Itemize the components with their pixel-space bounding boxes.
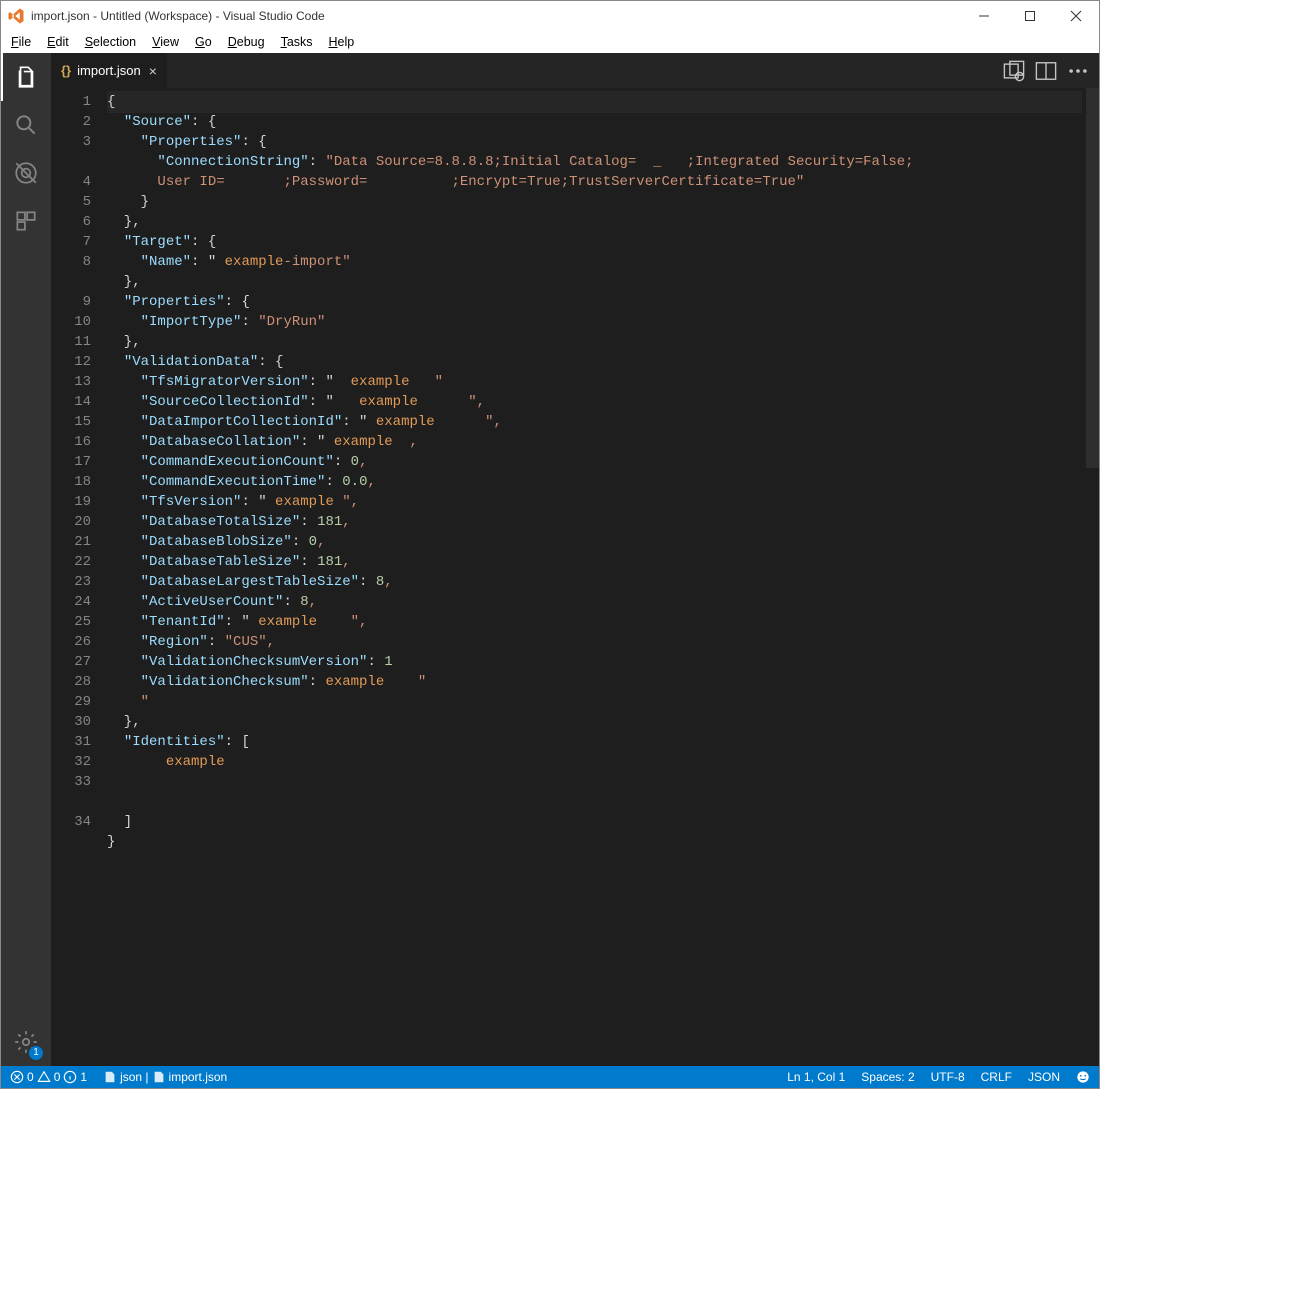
- window-title: import.json - Untitled (Workspace) - Vis…: [31, 9, 961, 23]
- minimap[interactable]: [1082, 88, 1099, 1066]
- menu-debug[interactable]: Debug: [220, 33, 273, 51]
- menu-go[interactable]: Go: [187, 33, 220, 51]
- menu-bar: File Edit Selection View Go Debug Tasks …: [1, 31, 1099, 53]
- file-icon: [152, 1070, 166, 1084]
- settings-badge: 1: [29, 1046, 43, 1060]
- compare-changes-icon[interactable]: [1003, 60, 1025, 82]
- search-icon[interactable]: [1, 101, 51, 149]
- code-editor[interactable]: 1234567891011121314151617181920212223242…: [51, 88, 1099, 1066]
- minimap-thumb[interactable]: [1086, 88, 1099, 468]
- explorer-icon[interactable]: [1, 53, 51, 101]
- line-number-gutter: 1234567891011121314151617181920212223242…: [51, 88, 107, 1066]
- error-icon: [10, 1070, 24, 1084]
- split-editor-icon[interactable]: [1035, 60, 1057, 82]
- warning-icon: [37, 1070, 51, 1084]
- tab-bar: {} import.json ×: [51, 53, 1099, 88]
- close-button[interactable]: [1053, 1, 1099, 31]
- activity-bar: 1: [1, 53, 51, 1066]
- vscode-logo: [7, 7, 25, 25]
- json-icon: {}: [61, 63, 71, 78]
- status-problems[interactable]: 0 0 1: [7, 1070, 90, 1084]
- status-encoding[interactable]: UTF-8: [928, 1070, 968, 1084]
- extensions-icon[interactable]: [1, 197, 51, 245]
- menu-edit[interactable]: Edit: [39, 33, 77, 51]
- status-cursor[interactable]: Ln 1, Col 1: [784, 1070, 848, 1084]
- status-indent[interactable]: Spaces: 2: [858, 1070, 917, 1084]
- menu-file[interactable]: File: [3, 33, 39, 51]
- menu-view[interactable]: View: [144, 33, 187, 51]
- menu-selection[interactable]: Selection: [77, 33, 144, 51]
- more-actions-icon[interactable]: [1067, 60, 1089, 82]
- status-bar: 0 0 1 json | import.json Ln 1, Col 1 Spa…: [1, 1066, 1099, 1088]
- status-eol[interactable]: CRLF: [978, 1070, 1015, 1084]
- tab-label: import.json: [77, 63, 141, 78]
- minimize-button[interactable]: [961, 1, 1007, 31]
- file-icon: [103, 1070, 117, 1084]
- title-bar: import.json - Untitled (Workspace) - Vis…: [1, 1, 1099, 31]
- tab-import-json[interactable]: {} import.json ×: [51, 53, 167, 88]
- status-language[interactable]: JSON: [1025, 1070, 1063, 1084]
- maximize-button[interactable]: [1007, 1, 1053, 31]
- menu-help[interactable]: Help: [321, 33, 363, 51]
- debug-icon[interactable]: [1, 149, 51, 197]
- menu-tasks[interactable]: Tasks: [273, 33, 321, 51]
- editor-actions: [993, 53, 1099, 88]
- status-path[interactable]: json | import.json: [100, 1070, 230, 1084]
- close-tab-icon[interactable]: ×: [149, 63, 157, 79]
- info-icon: [63, 1070, 77, 1084]
- editor-group: {} import.json × 12345678910111213141516…: [51, 53, 1099, 1066]
- code-area[interactable]: { "Source": { "Properties": { "Connectio…: [107, 88, 1082, 1066]
- settings-gear-icon[interactable]: 1: [1, 1018, 51, 1066]
- status-feedback-icon[interactable]: [1073, 1070, 1093, 1084]
